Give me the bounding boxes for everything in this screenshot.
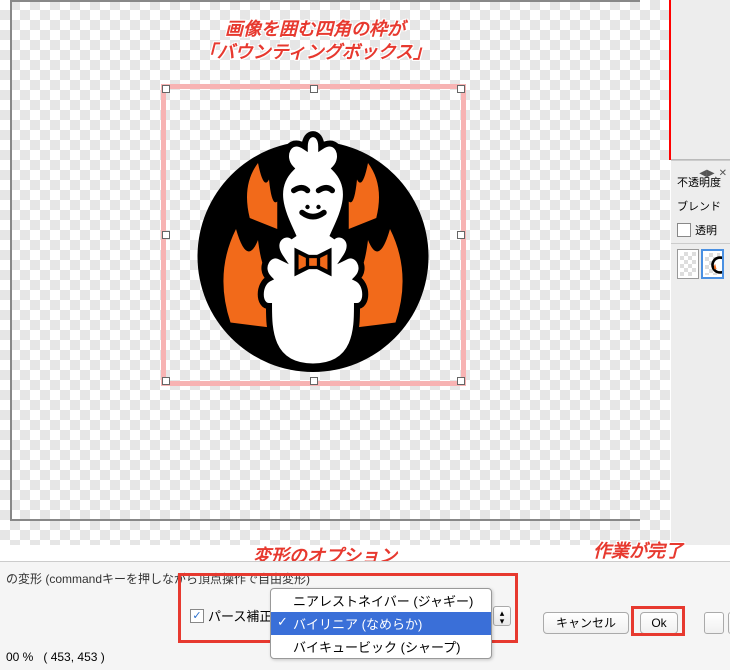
interpolation-menu: ニアレストネイバー (ジャギー) バイリニア (なめらか) バイキュービック (… <box>270 588 492 659</box>
interpolation-bicubic[interactable]: バイキュービック (シャープ) <box>271 635 491 658</box>
annotation-bounding-box: 画像を囲む四角の枠が 「バウンティングボックス」 <box>145 18 485 65</box>
handle-top-mid[interactable] <box>310 85 318 93</box>
right-panel: ◀▶ ✕ 不透明度 ブレンド 透明 <box>671 0 730 545</box>
perspective-label: パース補正 <box>208 606 272 625</box>
transparent-lock-label: 透明 <box>695 222 717 238</box>
bounding-box[interactable] <box>161 84 466 386</box>
perspective-checkbox[interactable]: ✓ <box>190 609 204 623</box>
canvas-border <box>10 0 640 2</box>
transparent-lock-checkbox[interactable] <box>677 223 691 237</box>
cursor-coords: ( 453, 453 ) <box>43 650 104 664</box>
handle-bottom-right[interactable] <box>457 377 465 385</box>
canvas-border <box>10 0 12 521</box>
annotation-border-ok <box>631 606 685 636</box>
handle-top-left[interactable] <box>162 85 170 93</box>
zoom-level: 00 % <box>6 650 33 664</box>
interpolation-bilinear[interactable]: バイリニア (なめらか) <box>271 612 491 635</box>
panel-close-icon[interactable]: ✕ <box>719 168 727 179</box>
handle-mid-right[interactable] <box>457 231 465 239</box>
handle-bottom-left[interactable] <box>162 377 170 385</box>
canvas-area[interactable] <box>0 0 670 545</box>
blend-label: ブレンド <box>677 198 724 214</box>
handle-top-right[interactable] <box>457 85 465 93</box>
panel-collapse-icon[interactable]: ◀▶ <box>699 168 714 179</box>
aux-button[interactable] <box>704 612 724 634</box>
handle-mid-left[interactable] <box>162 231 170 239</box>
cancel-button[interactable]: キャンセル <box>543 612 629 634</box>
layer-thumb[interactable] <box>677 249 699 279</box>
layer-thumb-active[interactable] <box>701 249 724 279</box>
status-row: 00 % ( 453, 453 ) <box>0 650 200 664</box>
handle-bottom-mid[interactable] <box>310 377 318 385</box>
interpolation-nearest[interactable]: ニアレストネイバー (ジャギー) <box>271 589 491 612</box>
canvas-border <box>10 519 640 521</box>
